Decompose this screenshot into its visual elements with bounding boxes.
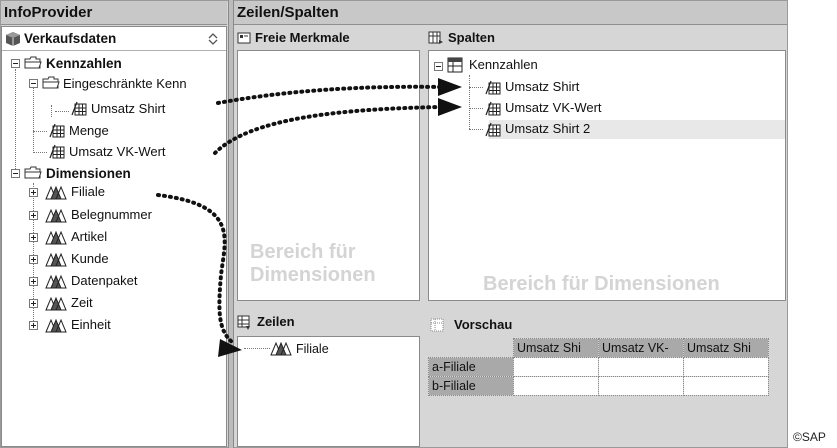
drag-arrows-overlay	[156, 78, 462, 357]
copyright-label: ©SAP	[793, 430, 826, 444]
arrowhead	[438, 78, 462, 96]
arrowhead	[438, 98, 462, 116]
drag-arrow-filiale	[156, 193, 234, 344]
drag-arrow-umsatz-vk	[213, 105, 442, 155]
drag-arrow-umsatz-shirt	[216, 84, 442, 105]
